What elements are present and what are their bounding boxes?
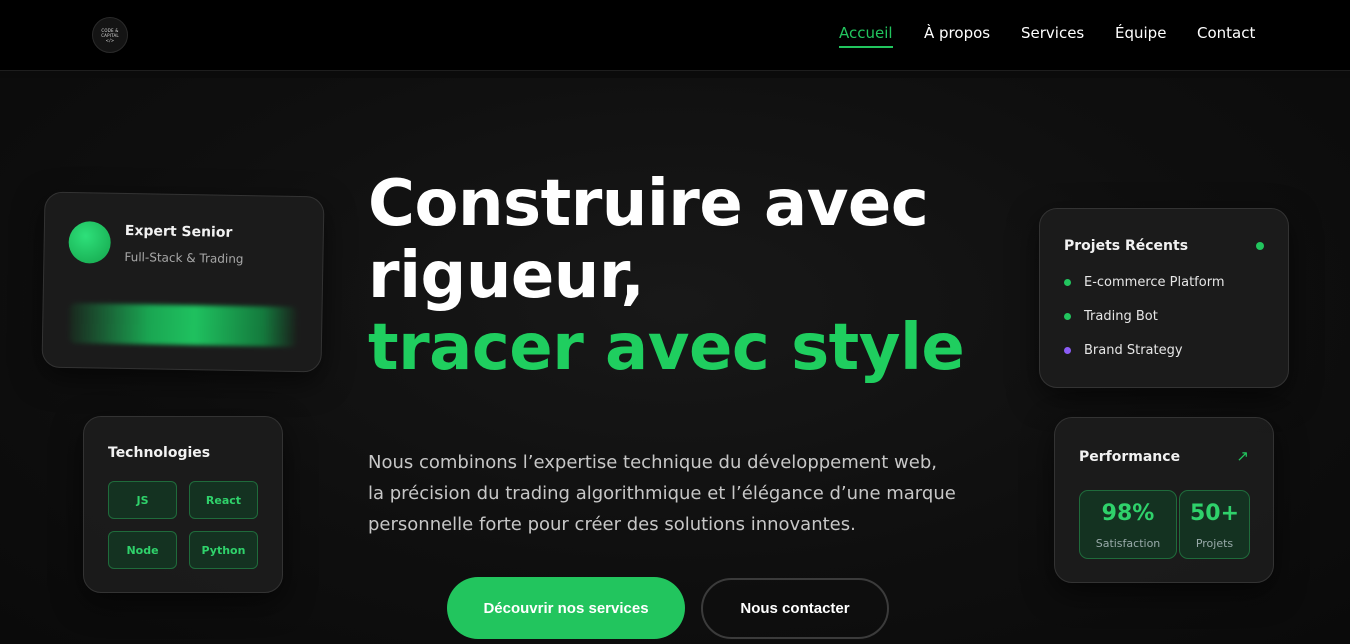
nav-link-contact[interactable]: Contact [1197,24,1255,42]
hero-headline: Construire avec rigueur, tracer avec sty… [368,168,1008,384]
project-label: E-commerce Platform [1084,275,1225,290]
stat-label: Satisfaction [1095,537,1161,550]
expert-glow-bar [68,303,298,347]
description-line-1: Nous combinons l’expertise technique du … [368,452,937,473]
stat-satisfaction: 98% Satisfaction [1079,490,1177,559]
hero-description: Nous combinons l’expertise technique du … [368,447,988,540]
expert-name: Expert Senior [124,222,233,241]
navbar: CODE & CAPITAL </> Accueil À propos Serv… [0,0,1350,71]
logo-line3: </> [105,37,115,43]
nav-link-accueil[interactable]: Accueil [839,24,893,42]
stat-value: 50+ [1189,501,1240,526]
contact-us-button[interactable]: Nous contacter [701,578,889,639]
description-line-3: personnelle forte pour créer des solutio… [368,514,856,535]
performance-title: Performance [1079,449,1181,465]
status-dot [1064,279,1071,286]
project-item[interactable]: Brand Strategy [1064,343,1183,358]
nav-link-services[interactable]: Services [1021,24,1084,42]
status-dot [1064,347,1071,354]
stat-projects: 50+ Projets [1179,490,1250,559]
tech-tag-js: JS [108,481,177,519]
projects-title: Projets Récents [1064,238,1189,254]
status-dot [1064,313,1071,320]
tech-tag-python: Python [189,531,258,569]
stat-value: 98% [1101,501,1155,526]
project-label: Brand Strategy [1084,343,1183,358]
description-line-2: la précision du trading algorithmique et… [368,483,956,504]
headline-line-accent: tracer avec style [368,311,965,385]
nav-link-equipe[interactable]: Équipe [1115,24,1166,42]
stat-label: Projets [1195,537,1234,550]
live-status-dot [1256,242,1264,250]
nav-active-underline [839,46,893,48]
logo[interactable]: CODE & CAPITAL </> [92,17,128,53]
nav-link-a-propos[interactable]: À propos [924,24,990,42]
tech-tag-node: Node [108,531,177,569]
headline-line-2: rigueur, [368,239,645,313]
technologies-title: Technologies [108,445,211,461]
headline-line-1: Construire avec [368,167,929,241]
recent-projects-card: Projets Récents E-commerce Platform Trad… [1039,208,1289,388]
project-item[interactable]: E-commerce Platform [1064,275,1225,290]
performance-card: Performance ↗ 98% Satisfaction 50+ Proje… [1054,417,1274,583]
discover-services-button[interactable]: Découvrir nos services [447,577,685,639]
trending-up-icon: ↗ [1236,447,1249,465]
project-item[interactable]: Trading Bot [1064,309,1158,324]
expert-role: Full-Stack & Trading [124,249,244,267]
tech-tag-react: React [189,481,258,519]
project-label: Trading Bot [1084,309,1158,324]
expert-card: Expert Senior Full-Stack & Trading [41,191,325,373]
technologies-card: Technologies JS React Node Python [83,416,283,593]
avatar [68,221,112,264]
